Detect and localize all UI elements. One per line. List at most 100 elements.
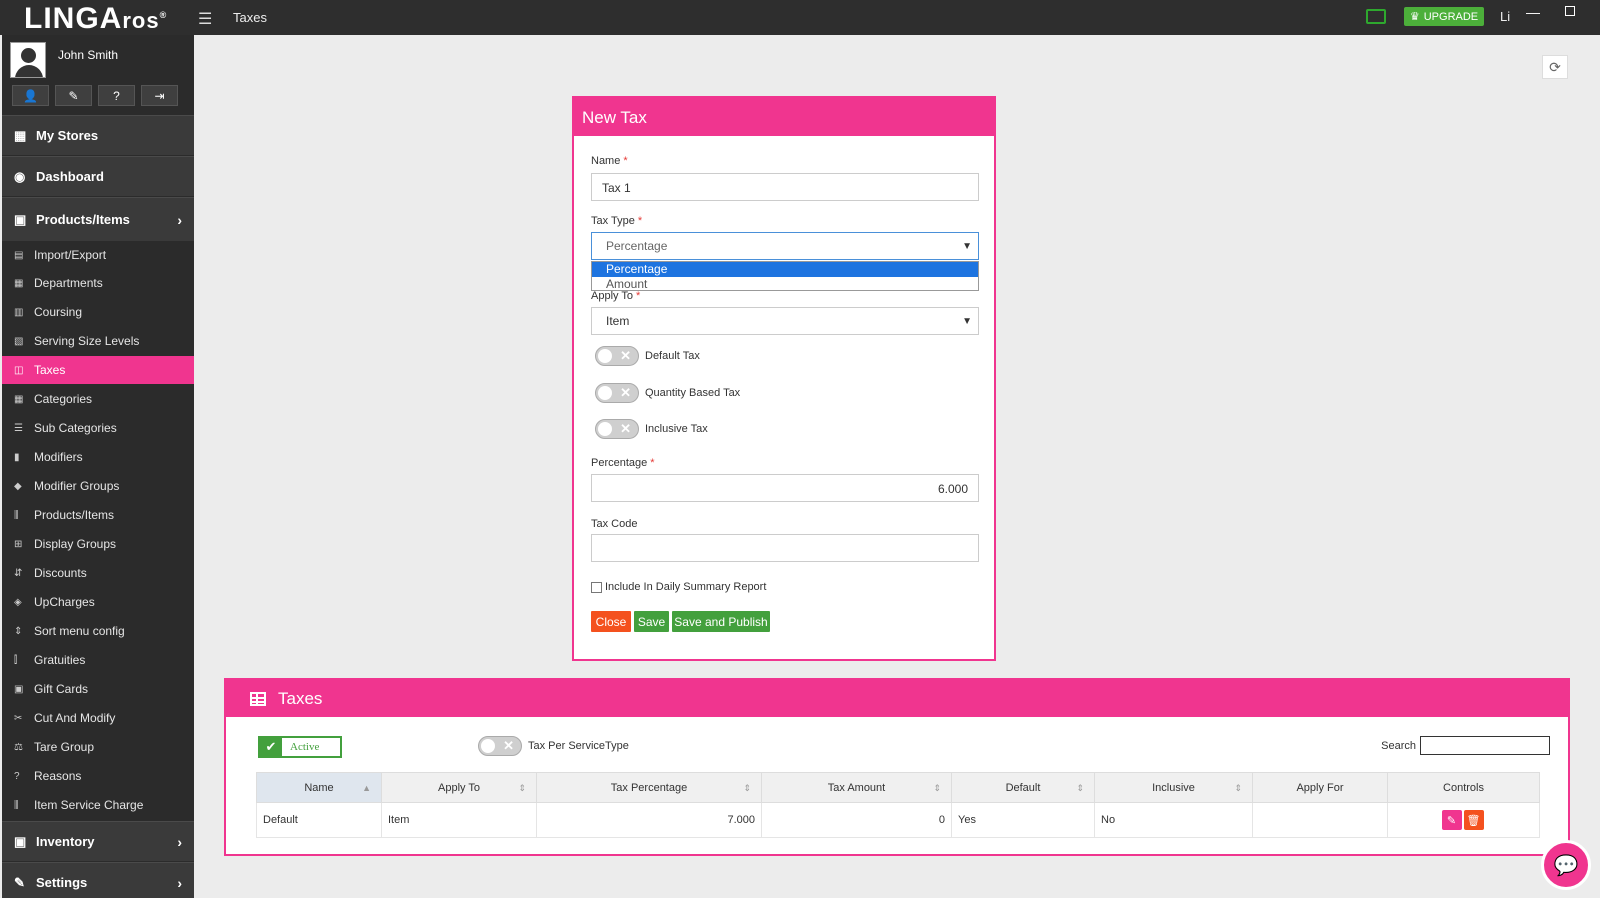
sidebar-item-display-groups[interactable]: ⊞ Display Groups (2, 530, 194, 558)
top-bar: LINGAros® ☰ Taxes ♛ UPGRADE Li — (0, 0, 1600, 35)
quantity-tax-toggle[interactable]: ✕ (595, 383, 639, 403)
default-tax-toggle[interactable]: ✕ (595, 346, 639, 366)
name-field[interactable]: Tax 1 (591, 173, 979, 201)
column-header-controls: Controls (1387, 772, 1540, 803)
trash-icon[interactable]: 🗑 (1463, 810, 1484, 830)
gift-icon: ▣ (14, 211, 27, 227)
chevron-right-icon: › (177, 833, 182, 850)
sidebar-item-inventory[interactable]: ▣ Inventory › (2, 821, 194, 861)
apply-to-select[interactable]: Item ▼ (591, 307, 979, 335)
taxes-panel: Taxes ✔ Active ✕ Tax Per ServiceType Sea… (224, 678, 1570, 856)
question-icon: ? (14, 770, 20, 782)
sidebar-item-dashboard[interactable]: ◉ Dashboard (2, 156, 194, 196)
inclusive-tax-toggle-row: ✕ Inclusive Tax (595, 419, 708, 439)
tax-type-option-amount[interactable]: Amount (592, 277, 978, 292)
brush-icon[interactable]: ✎ (55, 85, 92, 106)
sidebar-item-departments[interactable]: ▦ Departments (2, 269, 194, 297)
modifier-groups-icon: ◆ (14, 480, 22, 492)
user-menu[interactable]: Li (1500, 9, 1510, 24)
sidebar-item-coursing[interactable]: ▥ Coursing (2, 298, 194, 326)
user-icon[interactable]: 👤 (12, 85, 49, 106)
tax-type-option-percentage[interactable]: Percentage (592, 262, 978, 277)
column-header-apply-to[interactable]: Apply To ⇕ (381, 772, 537, 803)
modifiers-icon: ▮ (14, 451, 20, 463)
logout-icon[interactable]: ⇥ (141, 85, 178, 106)
import-icon: ▤ (14, 249, 24, 261)
sidebar-item-import-export[interactable]: ▤ Import/Export (2, 241, 194, 269)
sidebar-item-discounts[interactable]: ⇵ Discounts (2, 559, 194, 587)
default-tax-toggle-row: ✕ Default Tax (595, 346, 700, 366)
minimize-icon[interactable]: — (1526, 4, 1540, 20)
help-icon[interactable]: ? (98, 85, 135, 106)
sidebar-item-categories[interactable]: ▦ Categories (2, 385, 194, 413)
edit-icon[interactable]: ✎ (1441, 810, 1462, 830)
daily-summary-checkbox[interactable] (591, 581, 602, 593)
store-icon: ▦ (14, 127, 27, 143)
restore-icon[interactable] (1565, 6, 1575, 16)
sidebar-item-gratuities[interactable]: ⫿ Gratuities (2, 646, 194, 674)
linga-logo[interactable]: LINGAros® (24, 2, 167, 36)
sidebar-item-service-charge[interactable]: ⫼ Item Service Charge (2, 791, 194, 819)
sidebar-item-serving-size[interactable]: ▧ Serving Size Levels (2, 327, 194, 355)
upgrade-button[interactable]: ♛ UPGRADE (1404, 7, 1484, 26)
name-label: Name * (591, 155, 628, 167)
serving-icon: ▧ (14, 335, 24, 347)
tax-code-label: Tax Code (591, 518, 638, 530)
sidebar-item-cut-modify[interactable]: ✂ Cut And Modify (2, 704, 194, 732)
gratuities-icon: ⫿ (14, 654, 18, 666)
modal-title: New Tax (574, 98, 994, 136)
column-header-tax-percentage[interactable]: Tax Percentage ⇕ (536, 772, 762, 803)
avatar[interactable] (10, 42, 46, 78)
chevron-down-icon: ▼ (962, 315, 972, 327)
column-header-tax-amount[interactable]: Tax Amount ⇕ (761, 772, 952, 803)
sidebar-item-modifiers[interactable]: ▮ Modifiers (2, 443, 194, 471)
sidebar-item-sort-menu[interactable]: ⇕ Sort menu config (2, 617, 194, 645)
sidebar-item-upcharges[interactable]: ◈ UpCharges (2, 588, 194, 616)
close-button[interactable]: Close (591, 611, 631, 632)
gift-card-icon: ▣ (14, 683, 24, 695)
cell-inclusive: No (1094, 802, 1253, 838)
display-icon[interactable] (1366, 9, 1386, 24)
tag-icon: ◈ (14, 596, 22, 608)
sort-icon: ⇕ (14, 625, 23, 637)
sort-asc-icon: ▲ (362, 783, 371, 793)
column-header-default[interactable]: Default ⇕ (951, 772, 1095, 803)
chevron-right-icon: › (177, 874, 182, 891)
sidebar-item-products-items[interactable]: ⫼ Products/Items (2, 501, 194, 529)
sidebar-item-products[interactable]: ▣ Products/Items › (2, 197, 194, 241)
new-tax-modal: New Tax Name * Tax 1 Tax Type * Percentage… (572, 96, 996, 661)
sidebar-item-my-stores[interactable]: ▦ My Stores (2, 115, 194, 155)
active-filter-checkbox[interactable]: ✔ Active (258, 736, 342, 758)
sidebar-item-taxes[interactable]: ◫ Taxes (2, 356, 194, 384)
inventory-icon: ▣ (14, 833, 27, 849)
column-header-inclusive[interactable]: Inclusive ⇕ (1094, 772, 1253, 803)
save-publish-button[interactable]: Save and Publish (672, 611, 770, 632)
refresh-icon[interactable]: ⟳ (1542, 55, 1568, 79)
sidebar-item-modifier-groups[interactable]: ◆ Modifier Groups (2, 472, 194, 500)
sidebar: John Smith 👤 ✎ ? ⇥ ▦ My Stores ◉ Dashboard… (2, 35, 194, 898)
sidebar-item-sub-categories[interactable]: ☰ Sub Categories (2, 414, 194, 442)
table-icon (250, 691, 266, 706)
column-header-name[interactable]: Name ▲ (256, 772, 382, 803)
tax-per-service-toggle[interactable]: ✕ (478, 736, 522, 756)
service-charge-icon: ⫼ (14, 799, 19, 811)
daily-summary-row: Include In Daily Summary Report (591, 581, 766, 593)
departments-icon: ▦ (14, 277, 24, 289)
save-button[interactable]: Save (634, 611, 669, 632)
chat-icon[interactable]: 💬 (1541, 840, 1591, 890)
sidebar-item-reasons[interactable]: ? Reasons (2, 762, 194, 790)
sidebar-item-tare-group[interactable]: ⚖ Tare Group (2, 733, 194, 761)
chevron-right-icon: › (177, 211, 182, 228)
sidebar-item-settings[interactable]: ✎ Settings › (2, 862, 194, 898)
search-input[interactable] (1420, 736, 1550, 755)
sort-icon: ⇕ (1076, 783, 1084, 793)
table-row: Default Item 7.000 0 Yes No ✎ 🗑 (256, 802, 1540, 838)
tax-code-field[interactable] (591, 534, 979, 562)
menu-toggle-icon[interactable]: ☰ (198, 9, 212, 29)
percentage-field[interactable]: 6.000 (591, 474, 979, 502)
inclusive-tax-toggle[interactable]: ✕ (595, 419, 639, 439)
sidebar-item-gift-cards[interactable]: ▣ Gift Cards (2, 675, 194, 703)
page-title: Taxes (233, 10, 267, 25)
tax-type-select[interactable]: Percentage ▼ (591, 232, 979, 260)
tax-type-dropdown: Percentage Amount (591, 261, 979, 291)
